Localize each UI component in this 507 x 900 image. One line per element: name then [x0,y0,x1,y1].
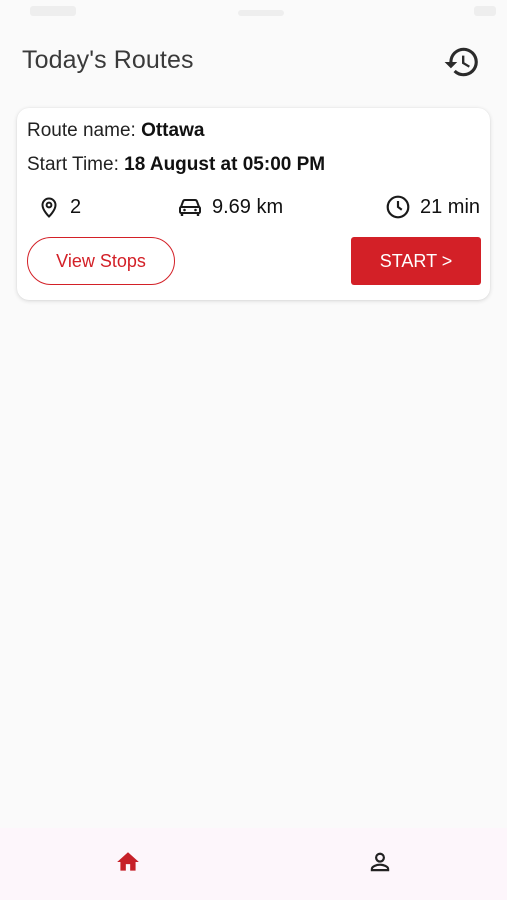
duration-stat: 21 min [385,192,480,222]
status-time [30,6,76,16]
history-button[interactable] [440,40,484,84]
stops-count: 2 [70,195,82,218]
battery-icon [474,6,496,16]
bottom-navigation [0,828,507,900]
route-name-line: Route name: Ottawa [27,120,204,142]
start-button[interactable]: START > [351,237,481,285]
duration-value: 21 min [420,195,481,218]
status-notch [238,10,284,16]
home-icon [117,852,139,871]
route-name-label: Route name: [27,120,142,141]
stops-stat: 2 [37,192,81,222]
history-icon [444,47,478,77]
distance-stat: 9.69 km [177,192,283,222]
distance-value: 9.69 km [212,195,284,218]
view-stops-button[interactable]: View Stops [27,237,175,285]
location-pin-icon [41,197,57,218]
status-bar [0,0,507,24]
app-screen: Today's Routes Route name: Ottawa Start … [0,0,507,900]
page-title: Today's Routes [22,46,194,74]
person-icon [370,852,390,872]
start-time-line: Start Time: 18 August at 05:00 PM [27,154,325,176]
header: Today's Routes [0,36,507,86]
route-card: Route name: Ottawa Start Time: 18 August… [17,108,490,300]
start-time-label: Start Time: [27,154,125,175]
start-time-value: 18 August at 05:00 PM [124,154,326,175]
clock-icon [386,195,410,219]
nav-home[interactable] [104,838,152,886]
nav-profile[interactable] [356,838,404,886]
car-icon [179,199,201,216]
route-name-value: Ottawa [141,120,205,141]
route-stats: 2 9.69 km 21 min [17,192,490,222]
